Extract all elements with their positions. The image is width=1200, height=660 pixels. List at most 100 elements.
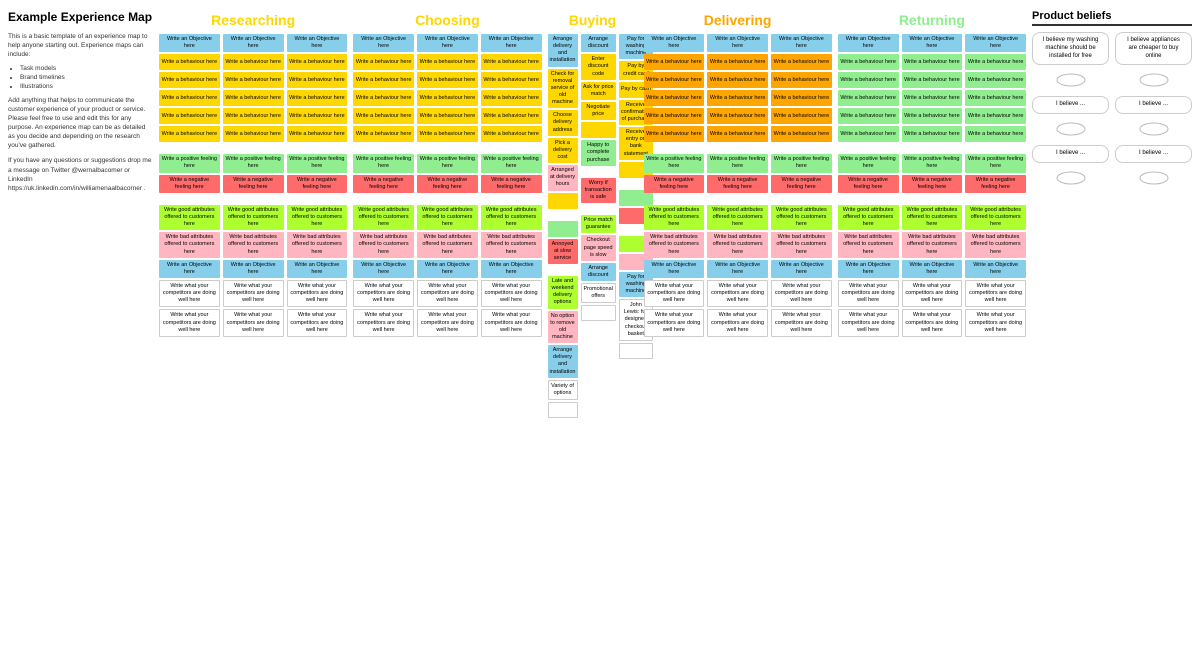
belief-row-3: I believe ... I believe ... [1032,145,1192,163]
card: Write bad attributes offered to customer… [417,232,478,257]
card: Arranged at delivery hours [548,165,578,190]
card: Write good attributes offered to custome… [838,205,899,230]
card: Write good attributes offered to custome… [417,205,478,230]
card: Write a behaviour here [417,54,478,70]
card: Write good attributes offered to custome… [707,205,768,230]
card: Write a behaviour here [287,90,348,106]
card: Checkout page speed is slow [581,235,616,260]
card: Write an Objective here [223,260,284,278]
returning-col-3: Write an Objective here Write a behaviou… [965,34,1026,337]
card: Negotiate price [581,102,616,120]
card: Worry if transaction is safe [581,178,616,203]
delivering-header: Delivering [644,10,832,30]
card: Write bad attributes offered to customer… [481,232,542,257]
card: Write a behaviour here [838,90,899,106]
researching-header: Researching [159,10,347,30]
card: Write a negative feeling here [417,175,478,193]
right-panel: Product beliefs I believe my washing mac… [1032,10,1192,418]
card: Write what your competitors are doing we… [287,280,348,307]
card: Write what your competitors are doing we… [707,280,768,307]
card: Write a behaviour here [965,126,1026,142]
card: Write an Objective here [481,34,542,52]
card: Write what your competitors are doing we… [644,280,705,307]
card: Write a behaviour here [707,126,768,142]
choosing-header: Choosing [353,10,541,30]
card: Write a behaviour here [353,72,414,88]
card: Write an Objective here [838,260,899,278]
card: Write what your competitors are doing we… [223,309,284,336]
card: Write what your competitors are doing we… [353,309,414,336]
returning-header: Returning [838,10,1026,30]
ellipse-left-1 [1032,73,1109,88]
choosing-col-2: Write an Objective here Write a behaviou… [417,34,478,337]
researching-col-2: Write an Objective here Write a behaviou… [223,34,284,337]
card: Write bad attributes offered to customer… [707,232,768,257]
card: Happy to complete purchase [581,140,616,165]
card: Write a behaviour here [223,72,284,88]
card: Write what your competitors are doing we… [287,309,348,336]
card: Arrange delivery and installation [548,34,578,67]
card: Write an Objective here [223,34,284,52]
card: Write a behaviour here [771,108,832,124]
delivering-col-2: Write an Objective here Write a behaviou… [707,34,768,337]
card: Write a behaviour here [771,90,832,106]
researching-cols: Write an Objective here Write a behaviou… [159,34,347,337]
card: Late and weekend delivery options [548,276,578,309]
card: Promotional offers [581,283,616,303]
card: Write bad attributes offered to customer… [159,232,220,257]
card: Write what your competitors are doing we… [771,280,832,307]
card [548,221,578,237]
card: Write bad attributes offered to customer… [353,232,414,257]
card: Price match guarantee [581,215,616,233]
card: Write an Objective here [417,34,478,52]
card: Write an Objective here [481,260,542,278]
card: Write what your competitors are doing we… [353,280,414,307]
bullet-list: Task models Brand timelines Illustration… [8,65,153,90]
card [581,305,616,321]
belief-bubble-2: I believe appliances are cheaper to buy … [1115,32,1192,65]
belief-ellipses-3 [1032,171,1192,186]
card: Write a positive feeling here [417,154,478,172]
card: Write bad attributes offered to customer… [838,232,899,257]
card [548,402,578,418]
returning-cols: Write an Objective here Write a behaviou… [838,34,1026,337]
card: Write an Objective here [838,34,899,52]
belief-bubble-4: I believe ... [1115,96,1192,114]
card: Write an Objective here [417,260,478,278]
card: Write a behaviour here [707,108,768,124]
card: Write a behaviour here [159,54,220,70]
choosing-cols: Write an Objective here Write a behaviou… [353,34,541,337]
card: Write a negative feeling here [481,175,542,193]
card: Write a behaviour here [353,90,414,106]
card: Write a behaviour here [902,54,963,70]
card: Write a behaviour here [902,90,963,106]
card: Write a behaviour here [965,72,1026,88]
returning-col-2: Write an Objective here Write a behaviou… [902,34,963,337]
card: Write a behaviour here [223,108,284,124]
bullet-2: Brand timelines [20,74,153,81]
card: Write a behaviour here [223,126,284,142]
card: Write good attributes offered to custome… [644,205,705,230]
buying-col-1: Arrange delivery and installation Check … [548,34,578,418]
card: Check for removal service of old machine [548,69,578,109]
card: Write a negative feeling here [223,175,284,193]
card: Arrange delivery and installation [548,345,578,378]
card: Write bad attributes offered to customer… [644,232,705,257]
delivering-col-3: Write an Objective here Write a behaviou… [771,34,832,337]
card: Write an Objective here [353,34,414,52]
belief-ellipses-1 [1032,73,1192,88]
card: No option to remove old machine [548,311,578,344]
card: Write a behaviour here [965,54,1026,70]
card: Arrange discount [581,34,616,52]
card: Write an Objective here [287,34,348,52]
card: Choose delivery address [548,110,578,135]
card: Write a positive feeling here [902,154,963,172]
card: Write what your competitors are doing we… [159,309,220,336]
card: Write an Objective here [707,34,768,52]
card: Write what your competitors are doing we… [481,280,542,307]
card: Write a positive feeling here [644,154,705,172]
card: Write a positive feeling here [353,154,414,172]
card [548,193,578,209]
card: Write what your competitors are doing we… [223,280,284,307]
belief-bubble-3: I believe ... [1032,96,1109,114]
